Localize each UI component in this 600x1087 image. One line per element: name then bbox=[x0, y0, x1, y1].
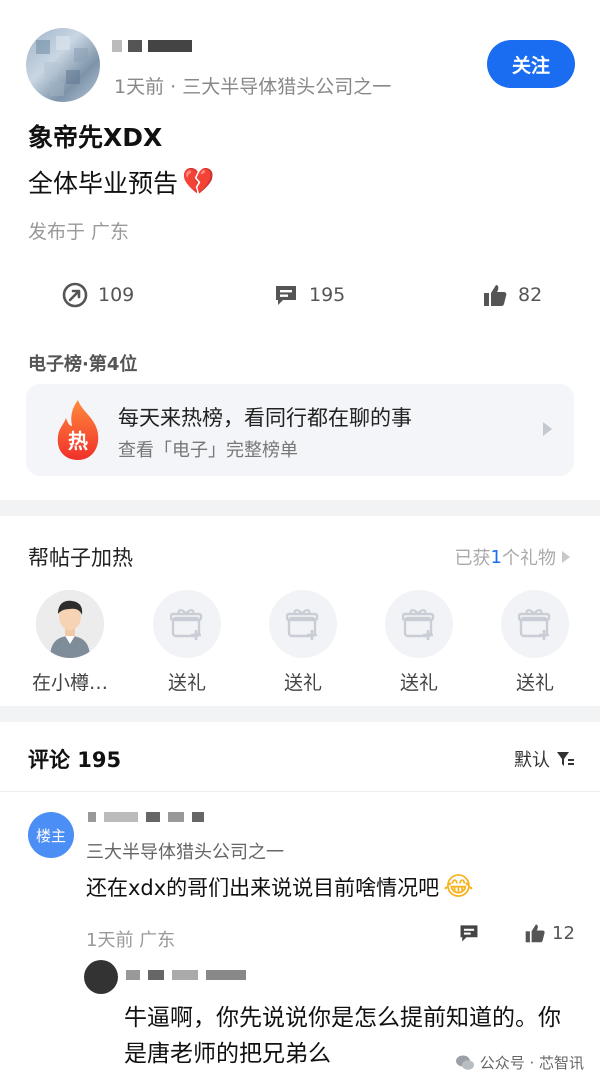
comment-body: 还在xdx的哥们出来说说目前啥情况吧 bbox=[86, 876, 440, 900]
gift-slot-user[interactable]: 在小樽… bbox=[22, 590, 118, 694]
gift-suffix: 个礼物 bbox=[502, 548, 556, 569]
comment-stat[interactable]: 195 bbox=[273, 282, 345, 308]
post-stats: 109 195 82 bbox=[0, 282, 600, 314]
follow-button[interactable]: 关注 bbox=[487, 40, 575, 88]
gift-num: 1 bbox=[490, 546, 502, 568]
comment-count: 195 bbox=[309, 284, 346, 306]
gift-circle bbox=[385, 590, 453, 658]
gift-add-icon bbox=[402, 609, 435, 640]
comment-like-count: 12 bbox=[552, 922, 575, 944]
broken-heart-icon: 💔 bbox=[182, 167, 215, 197]
gift-circle bbox=[153, 590, 221, 658]
gift-slot-empty[interactable]: 送礼 bbox=[255, 590, 351, 694]
share-stat[interactable]: 109 bbox=[62, 282, 134, 308]
post-location: 发布于 广东 bbox=[28, 221, 130, 243]
thumbs-up-icon bbox=[525, 924, 545, 943]
author-avatar[interactable] bbox=[26, 28, 100, 102]
post-meta: 1天前 · 三大半导体猎头公司之一 bbox=[114, 76, 392, 98]
author-name-redacted bbox=[112, 40, 192, 54]
comments-header: 评论 195 默认 bbox=[0, 722, 600, 792]
gift-add-icon bbox=[286, 609, 319, 640]
share-icon bbox=[62, 282, 88, 308]
comment-footer: 1天前 广东 bbox=[86, 930, 176, 951]
gift-add-icon bbox=[518, 609, 551, 640]
gift-circle bbox=[269, 590, 337, 658]
reply-avatar[interactable] bbox=[84, 960, 118, 994]
chevron-right-icon bbox=[562, 551, 570, 563]
comment-item: 楼主 三大半导体猎头公司之一 还在xdx的哥们出来说说目前啥情况吧 😂 1天前 … bbox=[0, 800, 600, 1087]
laughing-emoji-icon: 😂 bbox=[443, 872, 474, 902]
section-divider bbox=[0, 500, 600, 516]
gift-user-avatar bbox=[36, 590, 104, 658]
op-badge[interactable]: 楼主 bbox=[28, 812, 74, 858]
post-title: 象帝先XDX bbox=[28, 123, 163, 152]
commenter-meta: 三大半导体猎头公司之一 bbox=[86, 842, 284, 863]
comment-like-button[interactable]: 12 bbox=[524, 922, 575, 944]
section-divider bbox=[0, 706, 600, 722]
share-count: 109 bbox=[98, 284, 135, 306]
wechat-icon bbox=[455, 1055, 474, 1070]
gift-slot-label: 送礼 bbox=[283, 672, 322, 694]
user-avatar-icon bbox=[36, 590, 104, 658]
like-count: 82 bbox=[518, 284, 543, 306]
comment-text: 还在xdx的哥们出来说说目前啥情况吧 😂 bbox=[86, 872, 474, 902]
comment-icon bbox=[276, 286, 296, 305]
filter-icon bbox=[557, 752, 574, 766]
post-body: 全体毕业预告 💔 bbox=[28, 164, 214, 200]
gift-slot-label: 送礼 bbox=[399, 672, 438, 694]
post-card: 1天前 · 三大半导体猎头公司之一 关注 象帝先XDX 全体毕业预告 💔 发布于… bbox=[0, 0, 600, 500]
gift-slot-empty[interactable]: 送礼 bbox=[371, 590, 467, 694]
like-stat[interactable]: 82 bbox=[482, 282, 542, 308]
watermark-text: 公众号 · 芯智讯 bbox=[479, 1054, 584, 1072]
chevron-right-icon bbox=[543, 422, 552, 436]
gift-slot-label: 送礼 bbox=[515, 672, 554, 694]
post-body-text: 全体毕业预告 bbox=[28, 169, 179, 198]
gift-slot-empty[interactable]: 送礼 bbox=[139, 590, 235, 694]
heat-title: 帮帖子加热 bbox=[28, 546, 133, 570]
comments-title: 评论 195 bbox=[28, 748, 122, 772]
gift-slot-label: 送礼 bbox=[167, 672, 206, 694]
rank-title: 电子榜·第4位 bbox=[28, 354, 138, 375]
gift-add-icon bbox=[170, 609, 203, 640]
reply-icon[interactable] bbox=[458, 922, 480, 944]
gift-prefix: 已获 bbox=[454, 548, 491, 569]
fire-icon: 热 bbox=[57, 400, 99, 460]
commenter-name-redacted bbox=[88, 812, 204, 822]
hot-list-main: 每天来热榜，看同行都在聊的事 bbox=[118, 406, 412, 430]
hot-list-card[interactable]: 热 每天来热榜，看同行都在聊的事 查看「电子」完整榜单 bbox=[26, 384, 574, 476]
sort-label: 默认 bbox=[514, 750, 550, 771]
gift-slot-label: 在小樽… bbox=[31, 672, 108, 694]
gift-count-link[interactable]: 已获 1 个礼物 bbox=[455, 544, 570, 570]
hot-list-sub: 查看「电子」完整榜单 bbox=[118, 440, 298, 461]
replier-name-redacted bbox=[126, 970, 246, 980]
sort-dropdown[interactable]: 默认 bbox=[514, 746, 574, 772]
thumbs-up-icon bbox=[484, 285, 507, 306]
watermark: 公众号 · 芯智讯 bbox=[455, 1052, 584, 1073]
gift-circle bbox=[501, 590, 569, 658]
gift-slot-empty[interactable]: 送礼 bbox=[487, 590, 583, 694]
fire-glyph: 热 bbox=[68, 429, 88, 453]
heat-section: 帮帖子加热 已获 1 个礼物 在小樽… 送礼 送礼 送礼 送礼 bbox=[0, 516, 600, 706]
